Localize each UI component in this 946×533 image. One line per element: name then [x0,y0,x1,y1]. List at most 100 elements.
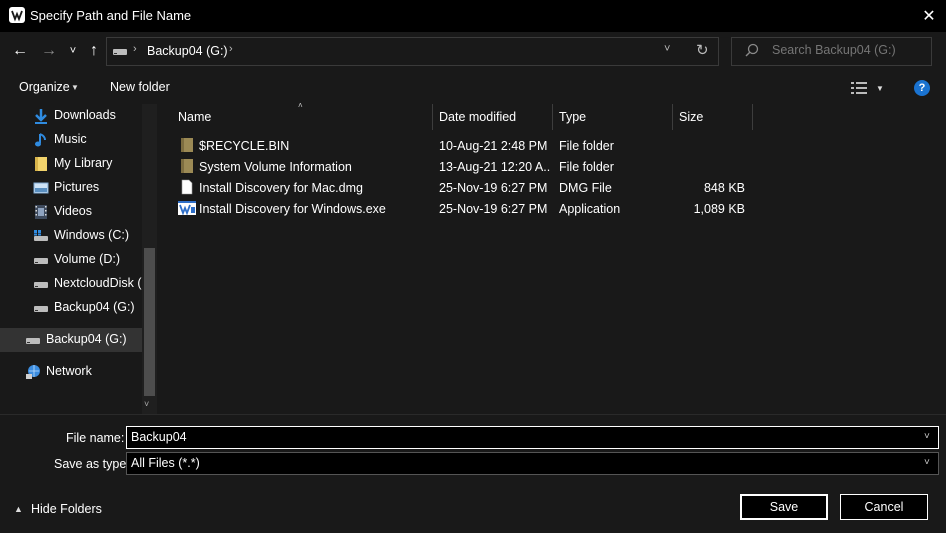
file-name-label: File name: [66,431,125,445]
breadcrumb-separator[interactable]: › [133,43,137,55]
chevron-down-icon[interactable]: ˅ [924,457,930,468]
hide-folders-button[interactable]: Hide Folders [31,502,102,516]
sidebar-item-label: Backup04 (G:) [54,300,135,314]
caret-down-icon[interactable]: ▼ [876,84,884,93]
sidebar-item-label: Videos [54,204,92,218]
file-row[interactable]: Install Discovery for Windows.exe 25-Nov… [172,198,750,219]
back-button[interactable]: ← [10,41,30,61]
column-header-date[interactable]: Date modified [439,110,516,124]
file-name: $RECYCLE.BIN [199,139,290,153]
organize-button[interactable]: Organize [19,80,70,94]
video-icon [35,205,47,219]
sidebar-item-downloads[interactable]: Downloads [0,104,140,128]
chevron-down-icon: ˅ [69,45,77,57]
drive-icon [34,282,48,288]
refresh-icon: ↻ [696,42,709,59]
up-button[interactable]: ↑ [84,41,104,61]
file-row[interactable]: $RECYCLE.BIN 10-Aug-21 2:48 PM File fold… [172,135,750,156]
column-divider[interactable] [752,104,753,130]
back-arrow-icon: ← [12,42,28,59]
drive-icon [34,258,48,264]
file-date: 13-Aug-21 12:20 A... [439,160,551,174]
close-icon: ✕ [922,8,936,25]
file-size: 848 KB [703,181,745,195]
column-divider[interactable] [432,104,433,130]
sidebar-item-label: Volume (D:) [54,252,120,266]
scroll-down-icon[interactable]: ˅ [144,399,149,409]
file-type: DMG File [559,181,612,195]
column-divider[interactable] [552,104,553,130]
file-type: File folder [559,160,614,174]
column-header-type[interactable]: Type [559,110,586,124]
sidebar-item-videos[interactable]: Videos [0,200,140,224]
sidebar-item-label: My Library [54,156,113,170]
file-icon [181,179,193,195]
file-date: 25-Nov-19 6:27 PM [439,202,548,216]
sidebar-item-backup04-selected[interactable]: Backup04 (G:) [0,328,140,352]
chevron-down-icon: ˅ [664,43,671,55]
up-arrow-icon: ↑ [90,42,98,59]
sidebar-item-network[interactable]: Network [0,360,140,384]
sidebar-item-label: Downloads [54,108,116,122]
save-as-type-value[interactable]: All Files (*.*) [131,456,200,470]
sidebar-item-nextclouddisk[interactable]: NextcloudDisk (I [0,272,145,296]
sidebar-item-music[interactable]: Music [0,128,140,152]
new-folder-button[interactable]: New folder [110,80,170,94]
forward-arrow-icon: → [41,42,57,59]
file-date: 10-Aug-21 2:48 PM [439,139,548,153]
sidebar-item-label: Windows (C:) [54,228,130,242]
sidebar-item-label: Pictures [54,180,100,194]
file-type: Application [559,202,621,216]
caret-down-icon[interactable]: ▼ [71,83,79,92]
refresh-button[interactable]: ↻ [696,41,709,59]
breadcrumb-location[interactable]: Backup04 (G:) [147,44,228,58]
window-title: Specify Path and File Name [30,8,192,23]
breadcrumb-separator[interactable]: › [229,43,233,55]
folder-icon [181,138,193,152]
caret-up-icon[interactable]: ▲ [14,504,23,514]
search-input[interactable] [772,43,922,57]
forward-button[interactable]: → [39,41,59,61]
address-history-dropdown[interactable]: ˅ [664,43,670,55]
sidebar-item-label: Backup04 (G:) [46,332,127,346]
save-as-type-label: Save as type: [54,457,130,471]
file-name: System Volume Information [199,160,352,174]
download-arrow-icon [35,109,47,124]
view-options-icon[interactable] [851,81,869,95]
music-note-icon [35,133,46,147]
save-as-type-select[interactable] [126,452,939,475]
cancel-button[interactable]: Cancel [840,494,928,520]
sidebar-item-label: Music [54,132,87,146]
save-button[interactable]: Save [740,494,828,520]
file-date: 25-Nov-19 6:27 PM [439,181,548,195]
recent-locations-button[interactable]: ˅ [66,42,80,60]
sidebar-item-my-library[interactable]: My Library [0,152,140,176]
sidebar-item-backup04[interactable]: Backup04 (G:) [0,296,140,320]
chevron-down-icon[interactable]: ˅ [924,431,930,442]
network-icon [26,365,40,379]
close-button[interactable]: ✕ [912,0,946,32]
sidebar-item-windows-c[interactable]: Windows (C:) [0,224,140,248]
file-name: Install Discovery for Windows.exe [199,202,386,216]
file-type: File folder [559,139,614,153]
column-header-size[interactable]: Size [679,110,703,124]
file-name-input[interactable] [131,430,911,444]
scrollbar-thumb[interactable] [144,248,155,396]
column-header-name[interactable]: Name [178,110,211,124]
file-size: 1,089 KB [693,202,745,216]
sidebar-item-volume-d[interactable]: Volume (D:) [0,248,140,272]
sidebar-item-pictures[interactable]: Pictures [0,176,140,200]
pictures-icon [33,182,49,194]
drive-icon [26,338,40,344]
folder-icon [181,159,193,173]
file-row[interactable]: System Volume Information 13-Aug-21 12:2… [172,156,750,177]
help-icon[interactable]: ? [914,80,930,96]
search-icon [745,43,759,57]
file-row[interactable]: Install Discovery for Mac.dmg 25-Nov-19 … [172,177,750,198]
windows-drive-icon [34,230,48,241]
column-divider[interactable] [672,104,673,130]
sidebar-item-label: Network [46,364,92,378]
sidebar-item-label: NextcloudDisk (I [54,276,145,290]
app-icon [178,201,196,215]
file-name: Install Discovery for Mac.dmg [199,181,363,195]
